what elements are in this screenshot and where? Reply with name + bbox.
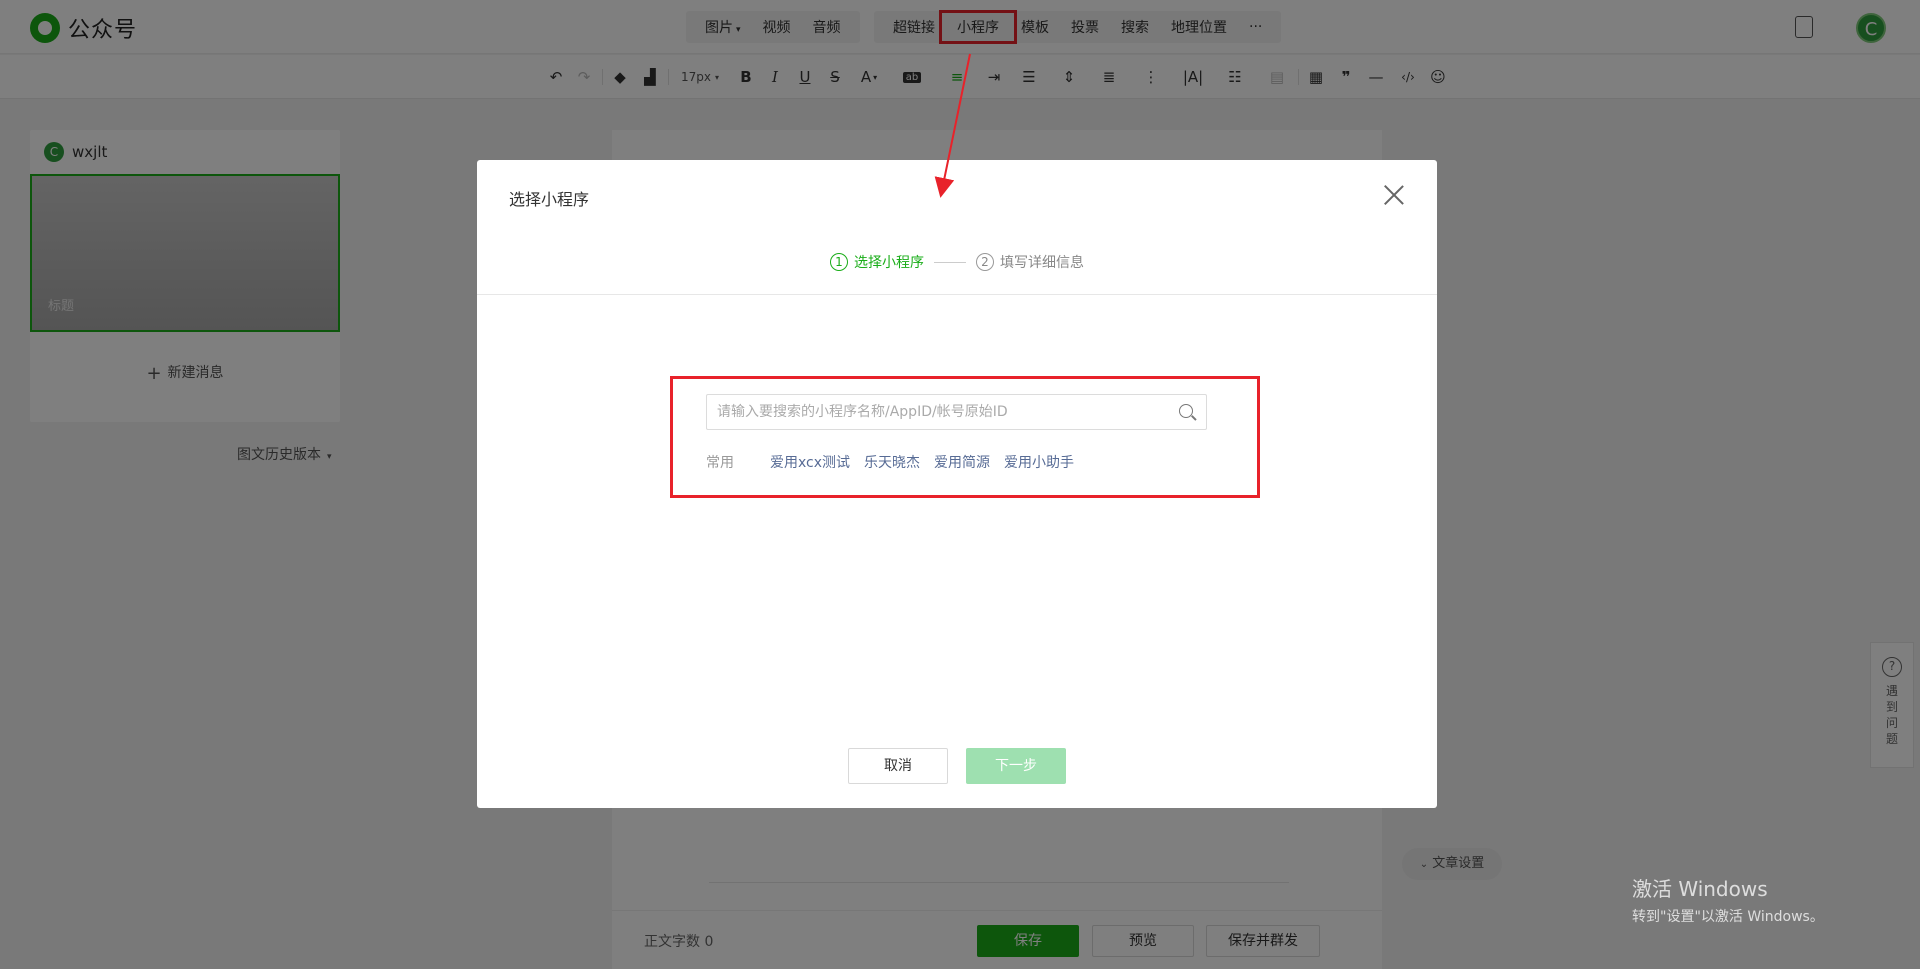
step-label: 选择小程序 [854,255,924,271]
frequent-item[interactable]: 爱用简源 [934,452,990,472]
search-icon[interactable] [1179,404,1193,418]
step-indicator: 1 选择小程序 2 填写详细信息 [477,252,1437,272]
step-select: 1 选择小程序 [830,252,924,272]
step-label: 填写详细信息 [1000,255,1084,271]
close-icon[interactable] [1383,184,1405,206]
step-number: 1 [830,253,848,271]
frequent-mini-programs: 常用 爱用xcx测试 乐天晓杰 爱用简源 爱用小助手 [706,452,1074,472]
frequent-item[interactable]: 爱用xcx测试 [770,452,850,472]
dialog-title: 选择小程序 [509,190,590,209]
dialog-divider [477,294,1437,295]
select-mini-program-dialog: 选择小程序 1 选择小程序 2 填写详细信息 常用 爱用xcx测试 乐天晓杰 爱… [477,160,1437,808]
cancel-button[interactable]: 取消 [848,748,948,784]
next-step-button[interactable]: 下一步 [966,748,1066,784]
step-details: 2 填写详细信息 [976,252,1084,272]
search-field [706,394,1207,430]
frequent-item[interactable]: 乐天晓杰 [864,452,920,472]
frequent-item[interactable]: 爱用小助手 [1004,452,1074,472]
step-number: 2 [976,253,994,271]
search-input[interactable] [707,395,1167,429]
step-connector [934,261,966,263]
frequent-label: 常用 [706,455,734,471]
windows-activation-watermark: 激活 Windows 转到"设置"以激活 Windows。 [1632,877,1824,925]
